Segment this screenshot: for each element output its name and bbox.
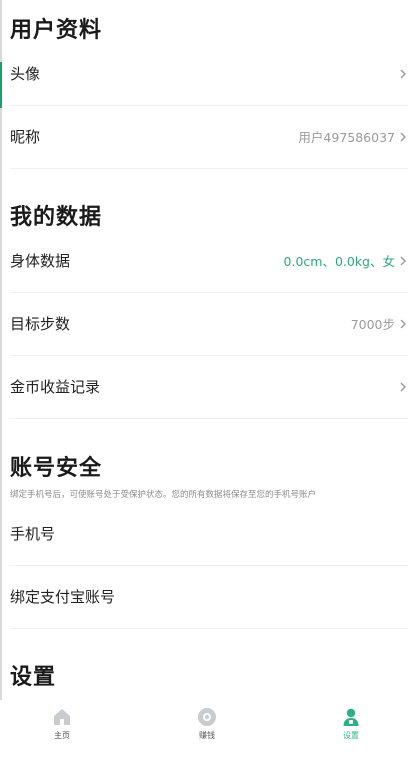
home-icon [54, 709, 70, 725]
chevron-right-icon [400, 256, 406, 265]
chevron-right-icon [400, 319, 406, 328]
row-coin-records-label: 金币收益记录 [10, 378, 101, 396]
row-coin-records[interactable]: 金币收益记录 [10, 355, 408, 419]
left-edge-accent [0, 62, 2, 108]
row-body-data[interactable]: 身体数据 0.0cm、0.0kg、女 [10, 229, 408, 293]
nickname-value: 用户497586037 [298, 130, 395, 145]
account-security-description: 绑定手机号后，可使账号处于受保护状态。您的所有数据将保存至您的手机号账户 [10, 490, 317, 500]
tab-home-label: 主页 [54, 731, 70, 740]
row-phone[interactable]: 手机号 [10, 502, 408, 566]
section-title-profile: 用户资料 [10, 18, 103, 43]
row-nickname[interactable]: 昵称 用户497586037 [10, 105, 408, 169]
row-bind-alipay-label: 绑定支付宝账号 [10, 588, 116, 606]
tab-settings[interactable]: 设置 [311, 706, 391, 741]
row-avatar[interactable]: 头像 [10, 42, 408, 106]
row-target-steps[interactable]: 目标步数 7000步 [10, 292, 408, 356]
section-title-my-data: 我的数据 [10, 205, 103, 230]
tab-earn[interactable]: 赚钱 [167, 706, 247, 741]
tab-earn-label: 赚钱 [199, 731, 215, 740]
tab-settings-label: 设置 [343, 731, 359, 740]
row-avatar-label: 头像 [10, 65, 41, 83]
chevron-right-icon [400, 382, 406, 391]
section-title-account-security: 账号安全 [10, 456, 103, 481]
row-bind-alipay[interactable]: 绑定支付宝账号 [10, 565, 408, 629]
body-data-value: 0.0cm、0.0kg、女 [283, 254, 395, 269]
coin-icon [198, 708, 216, 726]
chevron-right-icon [400, 69, 406, 78]
bottom-tab-bar: 主页 赚钱 设置 [0, 700, 416, 764]
section-title-settings: 设置 [10, 665, 57, 690]
row-body-data-label: 身体数据 [10, 252, 71, 270]
row-nickname-label: 昵称 [10, 128, 41, 146]
row-target-steps-label: 目标步数 [10, 315, 71, 333]
target-steps-value: 7000步 [350, 317, 395, 332]
chevron-right-icon [400, 132, 406, 141]
tab-home[interactable]: 主页 [22, 706, 102, 741]
user-settings-icon [343, 708, 359, 726]
row-phone-label: 手机号 [10, 525, 56, 543]
